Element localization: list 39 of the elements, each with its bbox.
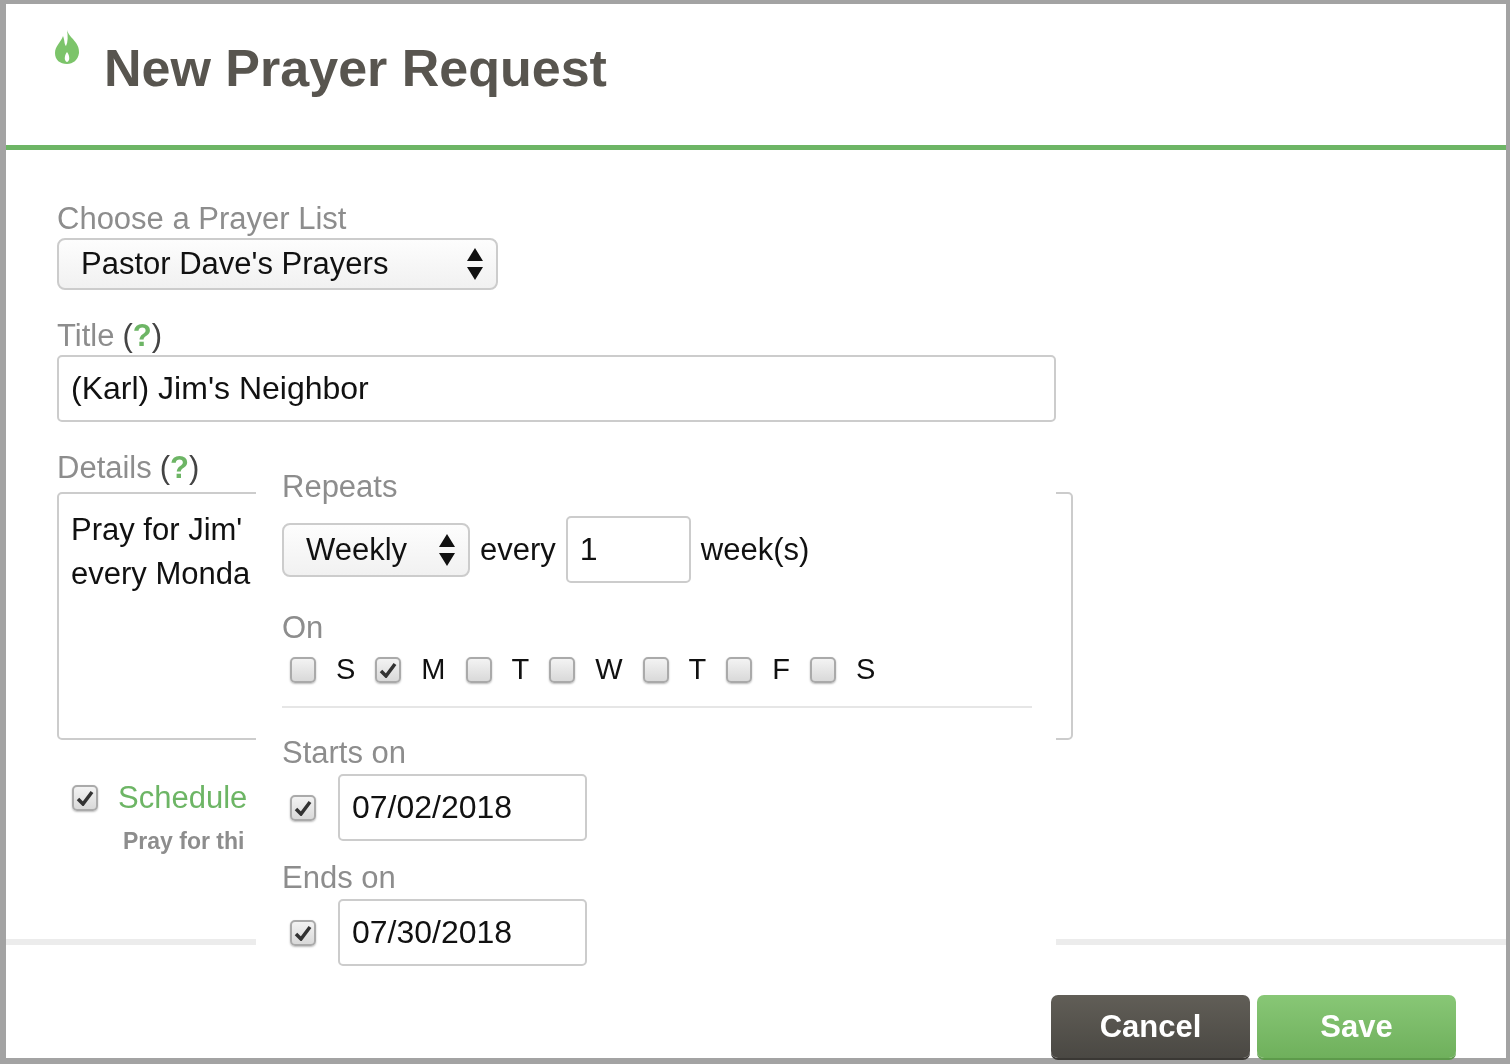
day-label: F — [772, 653, 791, 686]
date-field[interactable]: 07/02/2018 — [338, 774, 587, 841]
unit-label: week(s) — [700, 531, 810, 568]
checkbox[interactable] — [549, 656, 576, 683]
field-label: Choose a Prayer List — [57, 200, 348, 238]
schedule-hint: Pray for thi — [123, 828, 246, 855]
checkbox[interactable] — [290, 794, 316, 821]
day-label: S — [336, 653, 356, 686]
day-label: T — [511, 653, 530, 686]
checkbox[interactable] — [726, 656, 753, 683]
field-label: Starts on — [282, 734, 408, 772]
field-label: On — [282, 609, 325, 647]
day-label: S — [856, 653, 876, 686]
day-label: M — [421, 653, 446, 686]
every-label: every — [480, 531, 556, 568]
dialog-title: New Prayer Request — [104, 38, 607, 98]
field-label: Title — [57, 317, 115, 355]
checkbox[interactable] — [290, 919, 316, 946]
prayer-list-select[interactable]: Pastor Dave's Prayers — [57, 238, 498, 290]
checkbox[interactable] — [290, 656, 316, 683]
title-field[interactable]: (Karl) Jim's Neighbor — [57, 355, 1056, 422]
cancel-button[interactable]: Cancel — [1051, 995, 1250, 1058]
dropdown-arrows-icon — [466, 246, 484, 282]
checkbox[interactable] — [375, 656, 402, 683]
date-field[interactable]: 07/30/2018 — [338, 899, 587, 966]
field-label: Repeats — [282, 468, 399, 506]
day-label: T — [688, 653, 707, 686]
checkbox[interactable] — [72, 785, 98, 811]
checkbox[interactable] — [642, 656, 669, 683]
help-link[interactable]: (?) — [159, 450, 200, 485]
help-link[interactable]: (?) — [122, 318, 162, 353]
field-label: Ends on — [282, 859, 397, 897]
checkbox[interactable] — [465, 656, 492, 683]
interval-field[interactable]: 1 — [565, 516, 691, 583]
day-label: W — [595, 653, 623, 686]
frequency-select[interactable]: Weekly — [282, 522, 470, 577]
flame-icon — [54, 30, 80, 64]
checkbox[interactable] — [810, 656, 837, 683]
field-label: Details — [57, 449, 152, 487]
